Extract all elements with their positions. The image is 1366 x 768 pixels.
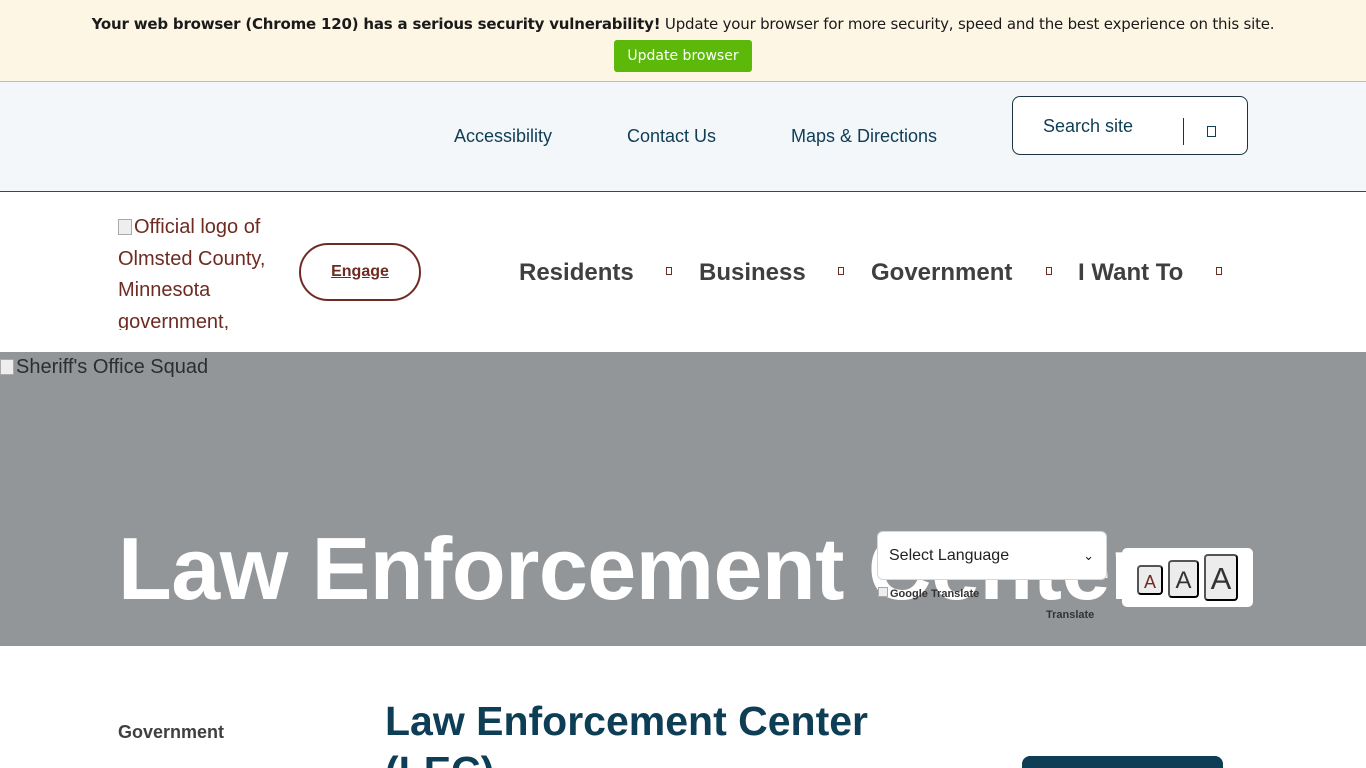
search-icon[interactable] <box>1207 126 1216 137</box>
chevron-down-icon[interactable]: ⌄ <box>1083 532 1094 579</box>
browser-update-banner: Your web browser (Chrome 120) has a seri… <box>0 0 1366 82</box>
page-title: Law Enforcement Center (LEC) <box>385 698 868 768</box>
logo-alt-text: Official logo of Olmsted County, Minneso… <box>118 216 266 330</box>
maps-directions-link[interactable]: Maps & Directions <box>791 126 937 147</box>
residents-chevron-icon[interactable] <box>666 267 672 275</box>
broken-image-icon <box>0 359 14 375</box>
utility-bar: Accessibility Contact Us Maps & Directio… <box>0 82 1366 192</box>
banner-message: Your web browser (Chrome 120) has a seri… <box>0 15 1366 33</box>
update-browser-button[interactable]: Update browser <box>614 40 752 72</box>
font-size-medium-button[interactable]: A <box>1168 560 1199 598</box>
font-size-switcher: A A A <box>1122 548 1253 607</box>
accessibility-link[interactable]: Accessibility <box>454 126 552 147</box>
nav-government[interactable]: Government <box>871 259 1012 287</box>
language-select[interactable]: Select Language ⌄ <box>877 531 1107 580</box>
nav-residents[interactable]: Residents <box>519 259 634 287</box>
google-translate-logo: Google Translate <box>878 587 979 600</box>
search-divider <box>1183 118 1184 145</box>
banner-text: Update your browser for more security, s… <box>660 15 1275 33</box>
font-size-small-button[interactable]: A <box>1137 565 1163 595</box>
action-button[interactable] <box>1022 756 1223 768</box>
sidebar-heading-government[interactable]: Government <box>118 722 224 743</box>
government-chevron-icon[interactable] <box>1046 267 1052 275</box>
search-label[interactable]: Search site <box>1043 116 1133 137</box>
translate-label: Translate <box>1046 609 1095 621</box>
font-size-large-button[interactable]: A <box>1204 554 1238 601</box>
contact-us-link[interactable]: Contact Us <box>627 126 716 147</box>
main-navigation: Official logo of Olmsted County, Minneso… <box>0 192 1366 352</box>
county-logo[interactable]: Official logo of Olmsted County, Minneso… <box>118 212 288 330</box>
language-select-label[interactable]: Select Language <box>889 547 1009 564</box>
broken-image-icon <box>118 219 132 235</box>
search-site-box[interactable]: Search site <box>1012 96 1248 155</box>
hero-image-alt: Sheriff's Office Squad <box>16 356 209 378</box>
nav-business[interactable]: Business <box>699 259 806 287</box>
i-want-to-chevron-icon[interactable] <box>1216 267 1222 275</box>
hero-image: Sheriff's Office Squad <box>0 356 208 379</box>
business-chevron-icon[interactable] <box>838 267 844 275</box>
nav-i-want-to[interactable]: I Want To <box>1078 259 1183 287</box>
broken-image-icon <box>878 587 888 597</box>
google-translate-alt: Google Translate <box>890 588 980 600</box>
engage-button[interactable]: Engage <box>299 243 421 301</box>
banner-warning: Your web browser (Chrome 120) has a seri… <box>91 15 661 33</box>
